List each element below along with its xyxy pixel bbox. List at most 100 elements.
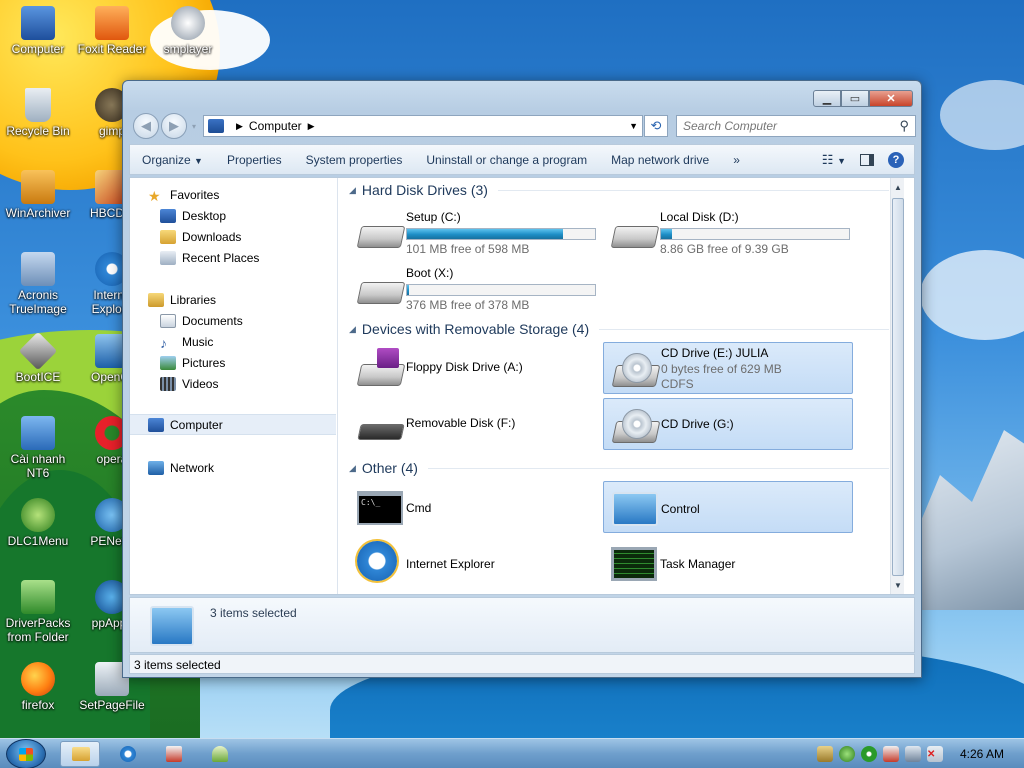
more-commands-button[interactable]: » — [721, 153, 752, 167]
desktop-icon-bootice[interactable]: BootICE — [0, 331, 76, 384]
group-header-hard-disk-drives[interactable]: ◢ Hard Disk Drives (3) — [349, 182, 889, 198]
desktop-icon-driverpacks[interactable]: DriverPacks from Folder — [0, 580, 76, 644]
bootice-icon — [18, 331, 58, 371]
nav-label: Recent Places — [182, 250, 260, 265]
drive-free-space: 8.86 GB free of 9.39 GB — [660, 242, 789, 256]
start-button[interactable] — [6, 739, 46, 768]
back-arrow-icon: ◀ — [141, 118, 151, 133]
address-dropdown-icon[interactable]: ▼ — [629, 121, 638, 131]
chevron-down-icon: ▼ — [194, 155, 203, 166]
forward-button[interactable]: ▶ — [161, 113, 187, 139]
change-view-icon[interactable]: ☷ ▼ — [822, 152, 846, 168]
nav-documents[interactable]: Documents — [130, 310, 336, 331]
drive-cd-e[interactable]: CD Drive (E:) JULIA 0 bytes free of 629 … — [603, 342, 853, 394]
breadcrumb-arrow-icon[interactable]: ▶ — [308, 121, 315, 132]
nav-libraries[interactable]: Libraries — [130, 289, 336, 310]
drive-cd-g[interactable]: CD Drive (G:) — [603, 398, 853, 450]
cd-drive-icon — [611, 409, 661, 443]
desktop-icon-smplayer[interactable]: smplayer — [150, 6, 226, 56]
shortcut-control[interactable]: Control — [603, 481, 853, 533]
nav-computer[interactable]: Computer — [130, 414, 336, 435]
desktop-icon-recycle-bin[interactable]: Recycle Bin — [0, 88, 76, 138]
map-network-drive-button[interactable]: Map network drive — [599, 153, 721, 167]
group-header-removable-storage[interactable]: ◢ Devices with Removable Storage (4) — [349, 321, 889, 337]
shortcut-task-manager[interactable]: Task Manager — [603, 537, 853, 589]
taskbar: ✕ 4:26 AM — [0, 738, 1024, 768]
taskbar-app-button[interactable] — [154, 741, 194, 767]
desktop-icon-firefox[interactable]: firefox — [0, 662, 76, 712]
group-title: Hard Disk Drives (3) — [361, 182, 488, 198]
tray-security-icon[interactable] — [838, 746, 855, 762]
app-icon — [212, 746, 228, 762]
tray-play-icon[interactable] — [860, 746, 877, 762]
nav-label: Downloads — [182, 229, 242, 244]
system-properties-button[interactable]: System properties — [294, 153, 415, 167]
desktop-icon-acronis[interactable]: Acronis TrueImage — [0, 252, 76, 316]
taskbar-explorer-button[interactable] — [60, 741, 100, 767]
desktop-icon-computer[interactable]: Computer — [0, 6, 76, 56]
maximize-button[interactable]: ▭ — [841, 90, 869, 107]
shortcut-internet-explorer[interactable]: Internet Explorer — [349, 537, 599, 589]
scrollbar-thumb[interactable] — [892, 198, 904, 576]
desktop-icon-label: BootICE — [15, 370, 61, 384]
nav-favorites[interactable]: ★ Favorites — [130, 184, 336, 205]
vertical-scrollbar[interactable]: ▲ ▼ — [890, 178, 904, 594]
search-icon[interactable]: ⚲ — [899, 118, 909, 134]
desktop-icon-cai-nhanh[interactable]: Cài nhanh NT6 — [0, 416, 76, 480]
preview-pane-icon[interactable] — [860, 153, 874, 166]
properties-button[interactable]: Properties — [215, 153, 294, 167]
nav-downloads[interactable]: Downloads — [130, 226, 336, 247]
drive-removable-f[interactable]: Removable Disk (F:) — [349, 398, 599, 450]
shortcut-name: Task Manager — [660, 557, 736, 571]
group-divider — [427, 467, 889, 469]
drive-name: CD Drive (E:) JULIA — [661, 346, 769, 360]
smplayer-icon — [171, 6, 205, 40]
nav-videos[interactable]: Videos — [130, 373, 336, 394]
nav-desktop[interactable]: Desktop — [130, 205, 336, 226]
tray-app-icon[interactable] — [816, 746, 833, 762]
tray-tool-icon[interactable] — [882, 746, 899, 762]
drive-name: Boot (X:) — [406, 266, 454, 280]
back-button[interactable]: ◀ — [133, 113, 159, 139]
drive-setup-c[interactable]: Setup (C:) 101 MB free of 598 MB — [349, 204, 599, 256]
group-header-other[interactable]: ◢ Other (4) — [349, 460, 889, 476]
breadcrumb-computer[interactable]: Computer — [249, 119, 302, 133]
drive-floppy-a[interactable]: Floppy Disk Drive (A:) — [349, 342, 599, 394]
drive-boot-x[interactable]: Boot (X:) 376 MB free of 378 MB — [349, 260, 599, 312]
desktop-icon-foxit[interactable]: Foxit Reader — [74, 6, 150, 56]
refresh-button[interactable]: ⟲ — [644, 115, 668, 137]
desktop-icon-dlc1menu[interactable]: DLC1Menu — [0, 498, 76, 548]
folder-icon — [72, 747, 90, 761]
volume-muted-icon[interactable]: ✕ — [926, 746, 943, 762]
documents-icon — [160, 313, 176, 328]
nav-recent-places[interactable]: Recent Places — [130, 247, 336, 268]
window-caption-buttons: ▁ ▭ ✕ — [813, 90, 913, 107]
address-bar[interactable]: ▶ Computer ▶ ▼ — [203, 115, 643, 137]
organize-button[interactable]: Organize ▼ — [130, 153, 215, 167]
desktop-icon-winarchiver[interactable]: WinArchiver — [0, 170, 76, 220]
taskbar-app-button[interactable] — [200, 741, 240, 767]
group-title: Other (4) — [361, 460, 418, 476]
desktop-icon — [160, 208, 176, 223]
help-icon[interactable]: ? — [888, 151, 904, 168]
main-pane: ★ Favorites Desktop Downloads Recent Plac… — [129, 177, 915, 595]
search-input[interactable]: Search Computer ⚲ — [676, 115, 916, 137]
network-icon[interactable] — [904, 746, 921, 762]
nav-music[interactable]: ♪ Music — [130, 331, 336, 352]
desktop-icon-label: firefox — [21, 698, 55, 712]
taskbar-internet-explorer-button[interactable] — [108, 741, 148, 767]
minimize-button[interactable]: ▁ — [813, 90, 841, 107]
clock[interactable]: 4:26 AM — [960, 747, 1004, 761]
nav-pictures[interactable]: Pictures — [130, 352, 336, 373]
recent-pages-button[interactable]: ▾ — [189, 113, 199, 139]
hard-drive-icon — [356, 270, 406, 304]
close-button[interactable]: ✕ — [869, 90, 913, 107]
music-icon: ♪ — [160, 334, 167, 351]
uninstall-program-button[interactable]: Uninstall or change a program — [414, 153, 599, 167]
scroll-up-icon[interactable]: ▲ — [891, 180, 904, 194]
drive-local-disk-d[interactable]: Local Disk (D:) 8.86 GB free of 9.39 GB — [603, 204, 853, 256]
collapse-icon: ◢ — [349, 462, 356, 473]
shortcut-cmd[interactable]: C:\_ Cmd — [349, 481, 599, 533]
scroll-down-icon[interactable]: ▼ — [891, 578, 904, 592]
nav-network[interactable]: Network — [130, 457, 336, 478]
